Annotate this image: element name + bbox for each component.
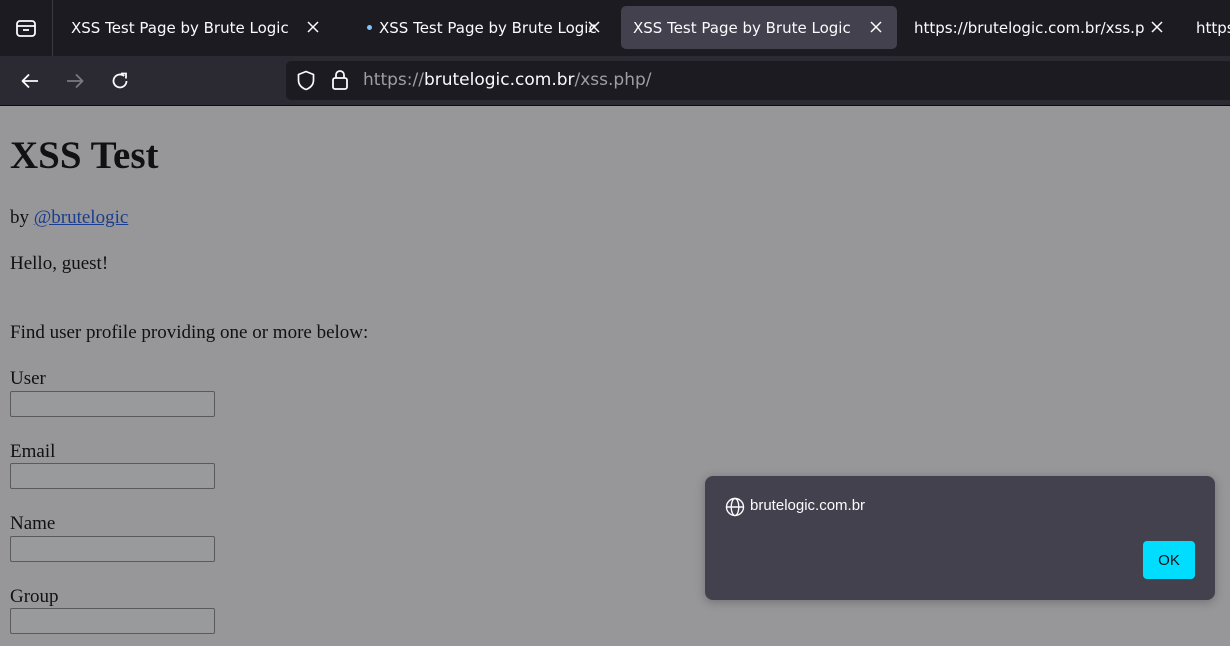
tab-list-icon xyxy=(16,20,36,37)
close-icon[interactable] xyxy=(305,19,321,35)
tab-bar: XSS Test Page by Brute Logic XSS Test Pa… xyxy=(0,0,1230,56)
group-input[interactable] xyxy=(10,608,215,634)
reload-icon xyxy=(112,72,128,89)
find-instructions: Find user profile providing one or more … xyxy=(10,322,369,343)
name-input[interactable] xyxy=(10,536,215,562)
close-icon[interactable] xyxy=(1149,19,1165,35)
url-host: brutelogic.com.br xyxy=(423,70,575,90)
globe-icon xyxy=(725,497,745,521)
user-label: User xyxy=(10,368,46,389)
page-title: XSS Test xyxy=(10,134,159,177)
tab-title: XSS Test Page by Brute Logic xyxy=(71,18,289,37)
url-text[interactable]: https://brutelogic.com.br/xss.php/ xyxy=(363,70,652,90)
tab-3-active[interactable]: XSS Test Page by Brute Logic xyxy=(621,6,897,49)
user-input[interactable] xyxy=(10,391,215,417)
author-link[interactable]: @brutelogic xyxy=(34,207,129,228)
byline: by @brutelogic xyxy=(10,207,128,229)
arrow-right-icon xyxy=(67,73,84,89)
name-label: Name xyxy=(10,513,56,534)
url-path: /xss.php/ xyxy=(574,70,652,90)
navigation-toolbar: https://brutelogic.com.br/xss.php/ xyxy=(0,56,1230,106)
lock-icon[interactable] xyxy=(331,69,349,95)
group-label: Group xyxy=(10,586,59,607)
tab-5[interactable]: https://brutelogic.com.br/xss.php/ xyxy=(1184,6,1230,49)
forward-button[interactable] xyxy=(60,66,90,96)
tab-title: XSS Test Page by Brute Logic xyxy=(633,18,851,37)
url-scheme: https:// xyxy=(363,70,424,90)
alert-dialog: brutelogic.com.br OK xyxy=(705,476,1215,600)
email-label: Email xyxy=(10,441,56,462)
arrow-left-icon xyxy=(21,73,38,89)
tab-4[interactable]: https://brutelogic.com.br/xss.php/ xyxy=(902,6,1178,49)
close-icon[interactable] xyxy=(868,19,884,35)
tab-2[interactable]: XSS Test Page by Brute Logic xyxy=(356,6,616,49)
tab-title: XSS Test Page by Brute Logic xyxy=(379,18,597,37)
close-icon[interactable] xyxy=(586,19,602,35)
tracking-shield-icon[interactable] xyxy=(296,70,316,95)
tab-overview-button[interactable] xyxy=(0,0,53,56)
ok-button[interactable]: OK xyxy=(1143,541,1195,579)
reload-button[interactable] xyxy=(105,66,135,96)
greeting-text: Hello, guest! xyxy=(10,253,109,274)
tab-attention-dot xyxy=(367,25,372,30)
email-input[interactable] xyxy=(10,463,215,489)
tab-title: https://brutelogic.com.br/xss.php/ xyxy=(1196,18,1230,37)
tab-title: https://brutelogic.com.br/xss.php/ xyxy=(914,18,1144,37)
tab-1[interactable]: XSS Test Page by Brute Logic xyxy=(59,6,335,49)
back-button[interactable] xyxy=(15,66,45,96)
url-bar[interactable]: https://brutelogic.com.br/xss.php/ xyxy=(286,61,1230,100)
dialog-origin: brutelogic.com.br xyxy=(750,497,866,514)
byline-prefix: by xyxy=(10,207,29,228)
